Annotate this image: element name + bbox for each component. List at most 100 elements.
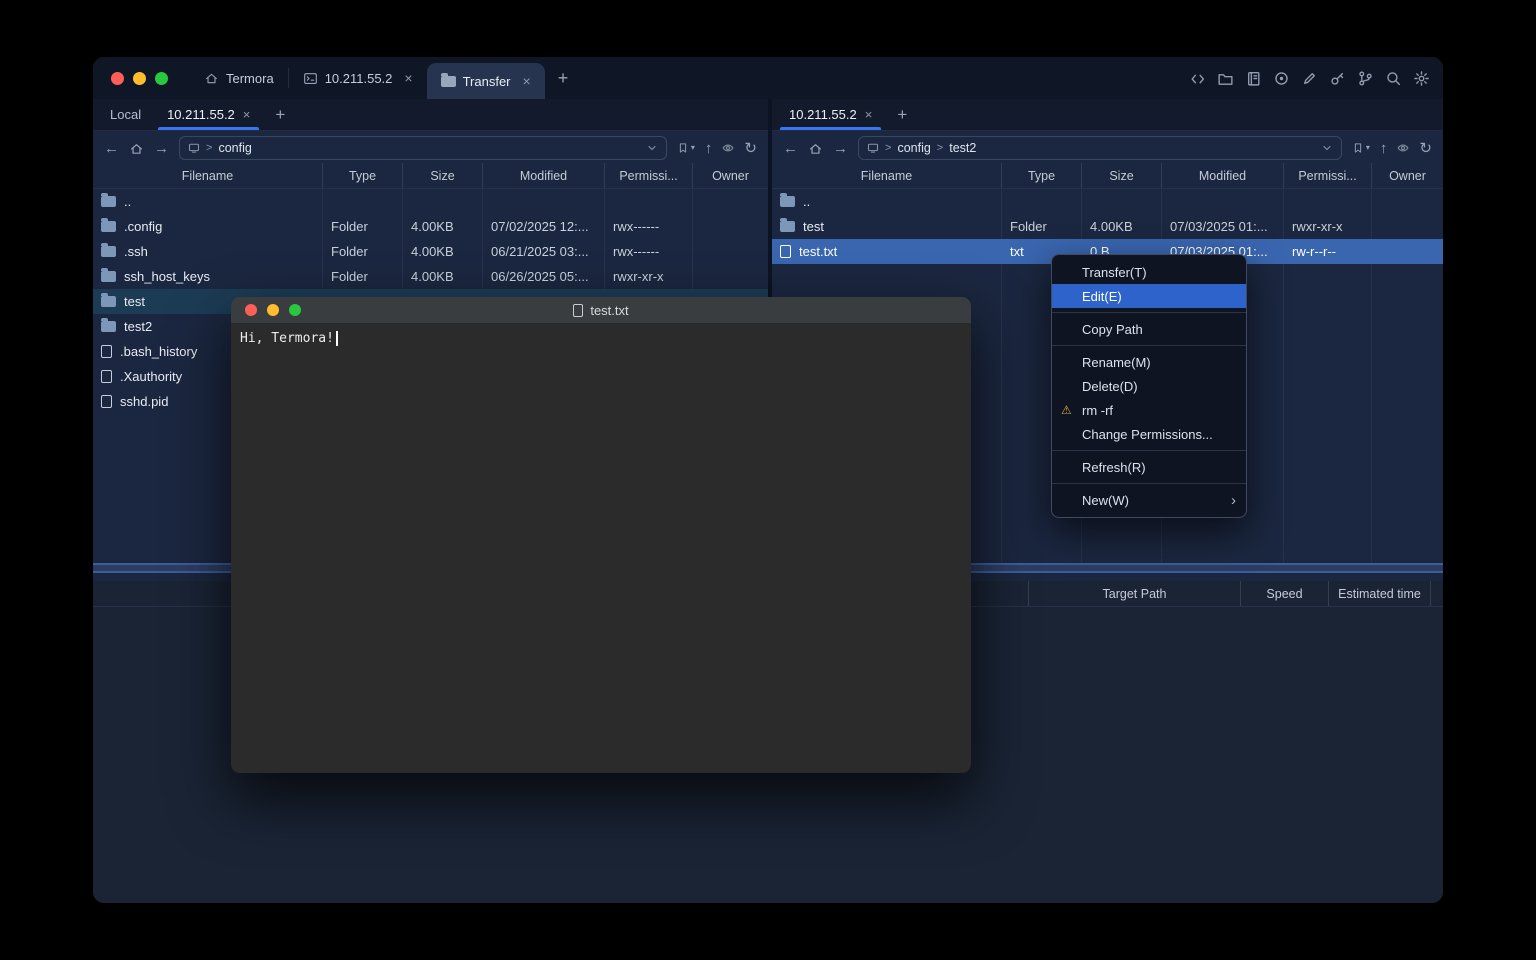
menu-item-rename[interactable]: Rename(M): [1052, 350, 1246, 374]
row-test[interactable]: test Folder 4.00KB 07/03/2025 01:... rwx…: [772, 214, 1443, 239]
home-button[interactable]: [808, 141, 823, 156]
filename: ..: [803, 194, 810, 209]
menu-item-change-permissions[interactable]: Change Permissions...: [1052, 422, 1246, 446]
branch-icon[interactable]: [1357, 70, 1374, 87]
column-header-size[interactable]: Size: [403, 163, 483, 188]
menu-item-edit[interactable]: Edit(E): [1052, 284, 1246, 308]
file-size: 4.00KB: [403, 264, 483, 289]
right-table-header: Filename Type Size Modified Permissi... …: [772, 163, 1443, 189]
menu-item-transfer[interactable]: Transfer(T): [1052, 260, 1246, 284]
breadcrumb[interactable]: config: [897, 141, 930, 155]
column-header-estimated-time[interactable]: Estimated time: [1328, 581, 1430, 606]
column-header-permissions[interactable]: Permissi...: [1284, 163, 1372, 188]
refresh-button[interactable]: ↻: [1419, 141, 1432, 156]
chevron-down-icon[interactable]: [1321, 142, 1333, 154]
column-header-permissions[interactable]: Permissi...: [605, 163, 693, 188]
search-icon[interactable]: [1385, 70, 1402, 87]
parent-dir-button[interactable]: ↑: [1380, 141, 1388, 156]
editor-content[interactable]: Hi, Termora!: [231, 324, 971, 353]
bookmark-button[interactable]: ▾: [677, 142, 695, 154]
tab-local[interactable]: Local: [97, 99, 154, 130]
forward-button[interactable]: →: [154, 141, 169, 156]
zoom-window-button[interactable]: [155, 72, 168, 85]
column-header-owner[interactable]: Owner: [1372, 163, 1443, 188]
home-button[interactable]: [129, 141, 144, 156]
file-permissions: rwxr-xr-x: [1284, 214, 1372, 239]
show-hidden-button[interactable]: [722, 142, 734, 154]
bookmark-button[interactable]: ▾: [1352, 142, 1370, 154]
row-dot-config[interactable]: .config Folder 4.00KB 07/02/2025 12:... …: [93, 214, 768, 239]
column-header-filename[interactable]: Filename: [772, 163, 1002, 188]
folder-icon: [101, 296, 116, 307]
key-icon[interactable]: [1329, 70, 1346, 87]
home-icon: [204, 71, 219, 86]
column-header-speed[interactable]: Speed: [1240, 581, 1328, 606]
caret-down-icon: ▾: [691, 144, 695, 152]
submenu-arrow-icon: ›: [1231, 492, 1236, 509]
tab-remote-host[interactable]: 10.211.55.2 ×: [154, 99, 263, 130]
gear-icon[interactable]: [1413, 70, 1430, 87]
menu-item-rm-rf[interactable]: ⚠ rm -rf: [1052, 398, 1246, 422]
close-window-button[interactable]: [111, 72, 124, 85]
code-icon[interactable]: [1189, 70, 1206, 87]
menu-item-refresh[interactable]: Refresh(R): [1052, 455, 1246, 479]
row-ssh-host-keys[interactable]: ssh_host_keys Folder 4.00KB 06/26/2025 0…: [93, 264, 768, 289]
pencil-icon[interactable]: [1301, 70, 1318, 87]
show-hidden-button[interactable]: [1397, 142, 1409, 154]
row-dot-ssh[interactable]: .ssh Folder 4.00KB 06/21/2025 03:... rwx…: [93, 239, 768, 264]
filename: test2: [124, 319, 152, 334]
new-panel-tab-button[interactable]: +: [263, 105, 297, 125]
column-header-type[interactable]: Type: [323, 163, 403, 188]
tab-transfer[interactable]: Transfer ×: [427, 63, 545, 99]
menu-item-label: Transfer(T): [1082, 265, 1147, 280]
column-header-size[interactable]: Size: [1082, 163, 1162, 188]
filename: test.txt: [799, 244, 837, 259]
text-cursor: [336, 331, 338, 346]
close-tab-icon[interactable]: ×: [865, 107, 873, 122]
zoom-window-button[interactable]: [289, 304, 301, 316]
row-parent-dir[interactable]: ..: [93, 189, 768, 214]
close-tab-icon[interactable]: ×: [243, 107, 251, 122]
breadcrumb-separator: >: [206, 142, 212, 154]
parent-dir-button[interactable]: ↑: [705, 141, 713, 156]
close-tab-icon[interactable]: ×: [404, 70, 412, 86]
column-header-owner[interactable]: Owner: [693, 163, 768, 188]
back-button[interactable]: ←: [104, 141, 119, 156]
menu-item-copy-path[interactable]: Copy Path: [1052, 317, 1246, 341]
filename: .Xauthority: [120, 369, 182, 384]
close-window-button[interactable]: [245, 304, 257, 316]
record-icon[interactable]: [1273, 70, 1290, 87]
folder-icon[interactable]: [1217, 70, 1234, 87]
breadcrumb[interactable]: config: [218, 141, 251, 155]
new-tab-button[interactable]: +: [545, 57, 582, 99]
back-button[interactable]: ←: [783, 141, 798, 156]
column-header-filename[interactable]: Filename: [93, 163, 323, 188]
column-header-modified[interactable]: Modified: [1162, 163, 1284, 188]
breadcrumb[interactable]: test2: [949, 141, 976, 155]
refresh-button[interactable]: ↻: [744, 141, 757, 156]
path-input[interactable]: > config: [179, 136, 667, 160]
menu-item-delete[interactable]: Delete(D): [1052, 374, 1246, 398]
notebook-icon[interactable]: [1245, 70, 1262, 87]
chevron-down-icon[interactable]: [646, 142, 658, 154]
row-parent-dir[interactable]: ..: [772, 189, 1443, 214]
file-icon: [101, 395, 112, 408]
file-type: Folder: [323, 264, 403, 289]
filename: .ssh: [124, 244, 148, 259]
column-header-target-path[interactable]: Target Path: [1028, 581, 1240, 606]
minimize-window-button[interactable]: [267, 304, 279, 316]
filename: sshd.pid: [120, 394, 168, 409]
tab-termora[interactable]: Termora: [190, 57, 288, 99]
folder-icon: [101, 221, 116, 232]
menu-item-new[interactable]: New(W) ›: [1052, 488, 1246, 512]
new-panel-tab-button[interactable]: +: [885, 105, 919, 125]
minimize-window-button[interactable]: [133, 72, 146, 85]
close-tab-icon[interactable]: ×: [523, 73, 531, 89]
path-input[interactable]: > config > test2: [858, 136, 1342, 160]
tab-host-terminal[interactable]: 10.211.55.2 ×: [289, 57, 427, 99]
tab-label: Termora: [226, 71, 274, 86]
column-header-modified[interactable]: Modified: [483, 163, 605, 188]
forward-button[interactable]: →: [833, 141, 848, 156]
column-header-type[interactable]: Type: [1002, 163, 1082, 188]
tab-remote-host[interactable]: 10.211.55.2 ×: [776, 99, 885, 130]
